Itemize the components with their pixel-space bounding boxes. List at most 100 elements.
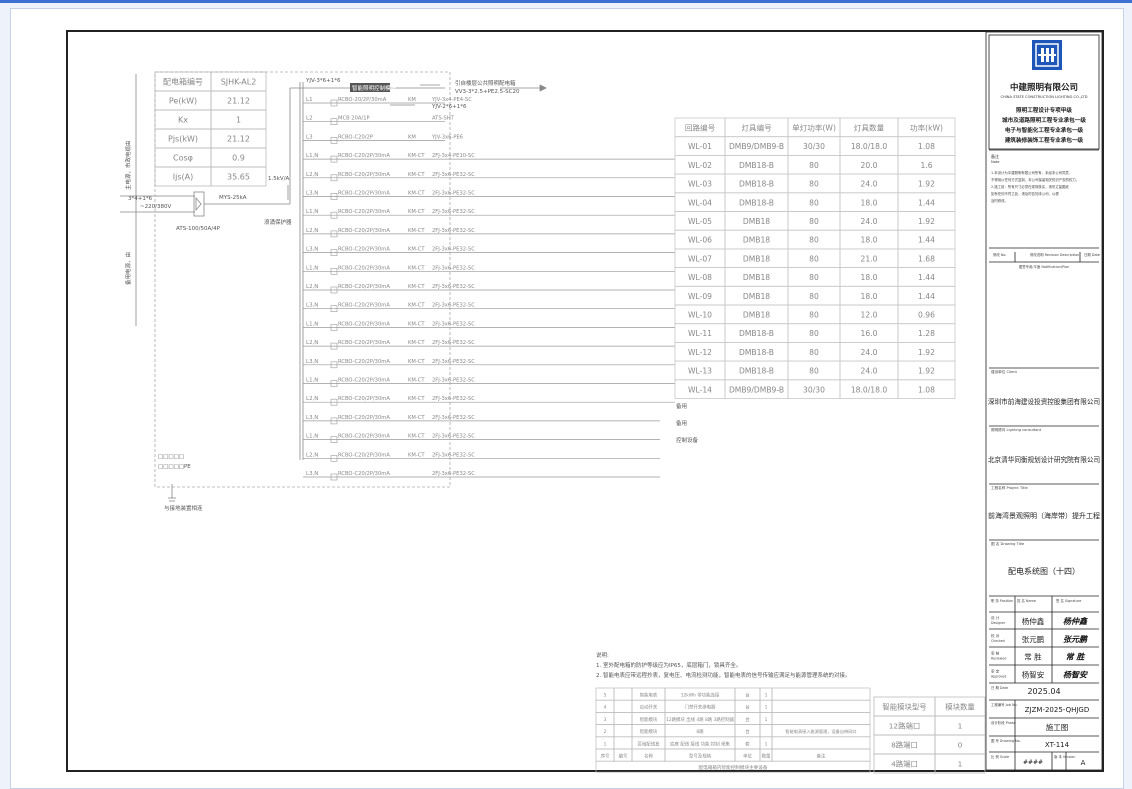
branch-cable: 2FJ-3x6-PE32-SC [432,247,475,253]
load-cell-text: 1.44 [918,292,935,301]
branch-cable: 2FJ-3x6-PE32-SC [432,452,475,458]
smart-module-label: 智能照明控制模块 [352,84,397,92]
load-cell-text: DMB9/DMB9-B [729,385,784,394]
load-cell-text: 18.0 [861,198,878,207]
branch-breaker: RCBO-C20/2P/30mA [338,434,390,440]
top-cable-label: YJV-3*6+1*6 [305,78,341,84]
equip-cell-text: 智能模块 [640,728,658,735]
load-cell-text: 18.0 [861,273,878,282]
company-name: 中建照明有限公司 [1010,82,1078,93]
equip-cell-text: 编号 [619,753,628,760]
qualification-4: 建筑装修装饰工程专业承包一级 [1004,136,1084,144]
equip-cell-text: 1 [765,693,768,699]
load-cell-text: 18.0/18.0 [851,142,888,151]
panel-value: 0.9 [232,154,245,163]
equip-cell-text: 智能模块 [640,716,658,723]
drawing-title-label: 图 名 Drawing Title [991,541,1025,546]
spare-label-1: 备用 [676,402,687,410]
equip-cell-text: 单位 [743,753,752,760]
equip-cell-text: 5 [604,693,607,699]
load-cell-text: 80 [809,273,819,282]
module-header-text: 模块数量 [945,703,975,712]
tb-note-2: 不得用以任何方式复制，本公司保留相关知识产权的权力。 [991,177,1079,182]
branch-phase: L3,N [306,471,318,477]
branch-cable: 2FJ-3x6-PE32-SC [432,415,475,421]
panel-label: Pjs(kW) [168,135,198,144]
staff-role: 校 对 [991,633,1000,638]
load-header-text: 灯具编号 [741,123,772,133]
load-cell-text: 1.28 [918,329,935,338]
branch-module: KM-CT [408,378,425,384]
distribution-diagram: 配电箱编号 SJHK-AL2 Pe(kW) 21.12 Kx 1 Pjs(kW) 21.12 C… [120,31,1103,774]
equip-cell [771,736,871,750]
revision-date-label: 日期 Date [1084,252,1100,257]
load-cell-text: 24.0 [861,348,878,357]
panel-value: SJHK-AL2 [221,78,257,87]
load-cell-text: WL-08 [688,273,712,282]
load-cell-text: 1.68 [918,254,935,263]
equip-cell-text: 名称 [644,753,653,760]
company-name-en: CHINA STATE CONSTRUCTION LIGHTING CO.,LT… [1001,95,1088,99]
branch-cable: 2FJ-3x6-PE32-SC [432,284,475,290]
module-header-text: 智能模块型号 [882,703,926,712]
branch-breaker: RCBO-C20/2P/30mA [338,303,390,309]
load-cell-text: 21.0 [861,254,878,263]
equip-cell-text: 3 [604,717,607,723]
branch-cable: 2FJ-3x6-PE32-SC [432,209,475,215]
load-cell-text: DMB18 [743,254,770,263]
load-cell-text: DMB18-B [739,180,774,189]
equip-cell-text: 型号及规格 [689,753,712,760]
staff-signature: 杨智安 [1063,670,1088,679]
project-title: 前海湾景观照明（海岸带）提升工程 [988,511,1100,520]
branch-breaker: RCBO-C20/2P/30mA [338,471,390,477]
branch-breaker: RCBO-C20/2P/30mA [338,321,390,327]
branch-phase: L1,N [306,209,318,215]
equip-cell [613,699,633,713]
tb-note-3: 2.施工前：所有尺寸必须在现场核实，请勿丈量图纸 [991,184,1069,189]
branch-phase: L1,N [306,434,318,440]
branch-module: KM-CT [408,359,425,365]
branch-module: KM-CT [408,415,425,421]
equip-cell [771,699,871,713]
load-cell-text: 80 [809,348,819,357]
branch-cable: YJV-3x4-PE4-SC [431,97,472,103]
load-cell-text: 80 [809,254,819,263]
panel-value: 35.65 [227,173,250,182]
equip-cell-text: 台 [745,692,750,699]
load-cell-text: 20.0 [861,161,878,170]
branch-cable: 2FJ-3x6-PE32-SC [432,191,475,197]
branch-phase: L3,N [306,191,318,197]
panel-label: 配电箱编号 [163,77,203,87]
load-cell-text: 80 [809,161,819,170]
load-cell-text: 12.0 [861,311,878,320]
equip-cell-text: 12路模块 出线 4路 8路 3路控制器 [666,716,734,723]
supply-cable-label: 3*4+1*6 [128,196,153,202]
surge-label: MYS-25kA [219,195,247,201]
branch-phase: L1,N [306,321,318,327]
load-header-text: 功率(kW) [910,123,943,133]
equip-cell-text: 序号 [601,753,610,760]
revision-no-label: 修改 No. [993,252,1007,257]
branch-module: KM-CT [408,340,425,346]
branch-module: KM-CT [408,172,425,178]
equip-cell-text: 区域配线盒 [638,740,661,747]
branch-module: KM-CT [408,209,425,215]
branch-breaker: RCBO-C20/2P/30mA [338,153,390,159]
date-label: 日 期 Date [991,685,1008,690]
equip-cell-text: 8路 [696,728,704,735]
position-label: 职 务 Position [991,598,1013,603]
spare-label-2: 备用 [676,419,687,427]
branch-module: KM-CT [408,284,425,290]
ats-label: ATS-100/50A/4P [176,226,221,232]
project-label: 工程名称 Project Title [991,485,1028,490]
branch-cable: 2FJ-3x4-PE10-SC [432,153,475,159]
load-cell-text: DMB18 [743,292,770,301]
drawing-title: 配电系统图（十四） [1008,566,1080,576]
ground-label: 与接地装置相连 [164,504,203,512]
branch-cable: 2FJ-3x6-PE32-SC [432,172,475,178]
branch-module: KM-CT [408,265,425,271]
remote-note: 引自楼层公共照明配电箱 [455,79,516,87]
load-cell-text: WL-14 [688,385,712,394]
branch-phase: L2,N [306,172,318,178]
staff-role-en: Reviewed [991,657,1006,661]
